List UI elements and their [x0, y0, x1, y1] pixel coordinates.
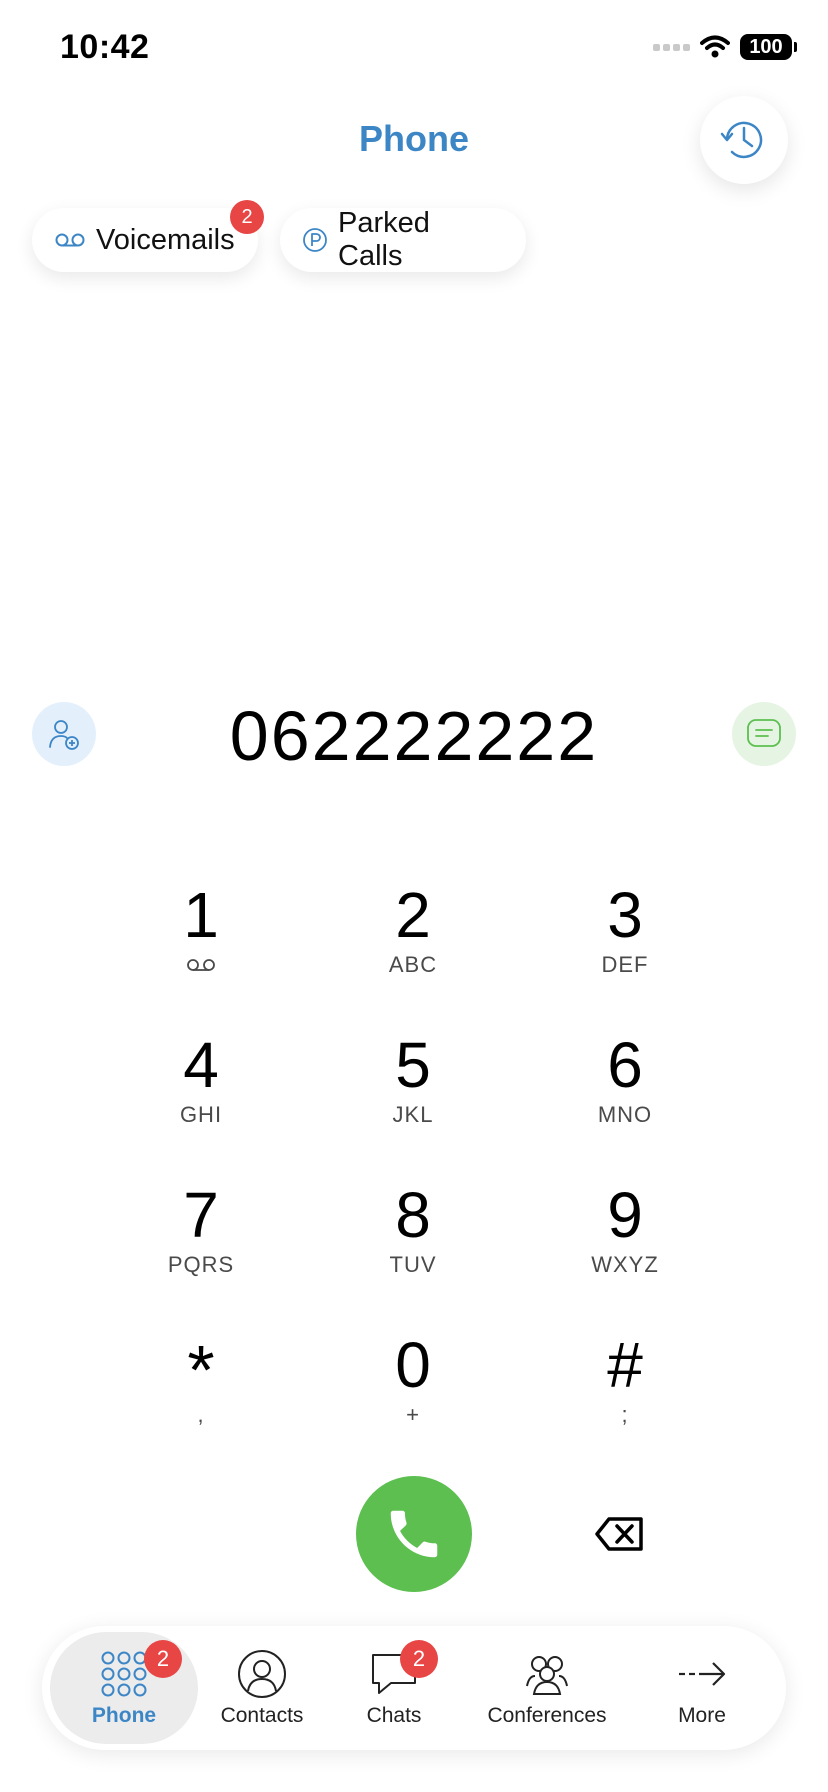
key-digit: 5: [395, 1029, 431, 1101]
key-letters: GHI: [179, 1102, 223, 1127]
key-digit: 1: [183, 879, 219, 951]
group-icon: [521, 1648, 573, 1700]
voicemails-label: Voicemails: [96, 223, 235, 256]
tab-chats[interactable]: Chats 2: [326, 1632, 462, 1744]
key-digit: *: [187, 1331, 215, 1409]
key-letters: ;: [621, 1402, 629, 1427]
key-5[interactable]: 5 JKL: [307, 1020, 519, 1170]
tab-label: Contacts: [220, 1704, 304, 1727]
key-voicemail-icon: [185, 952, 217, 978]
tab-conferences[interactable]: Conferences: [462, 1632, 632, 1744]
key-digit: 2: [395, 879, 431, 951]
backspace-icon: [595, 1517, 643, 1551]
backspace-button[interactable]: [592, 1512, 648, 1556]
voicemails-chip[interactable]: Voicemails 2: [32, 200, 264, 272]
add-contact-icon: [49, 720, 79, 750]
parked-calls-label: Parked Calls: [338, 207, 430, 272]
status-time: 10:42: [60, 28, 150, 66]
cellular-signal-icon: [653, 43, 690, 51]
parking-icon: [302, 227, 328, 253]
key-digit: 9: [607, 1179, 643, 1251]
bottom-tab-bar: Phone 2 Contacts Chats 2 Conferences Mor…: [42, 1626, 786, 1750]
tab-label: More: [678, 1704, 726, 1727]
key-4[interactable]: 4 GHI: [95, 1020, 307, 1170]
call-button[interactable]: [356, 1476, 472, 1592]
send-message-button[interactable]: [732, 702, 796, 766]
key-digit: 0: [395, 1329, 431, 1401]
contact-icon: [237, 1648, 287, 1700]
key-0[interactable]: 0 +: [307, 1320, 519, 1470]
key-2[interactable]: 2 ABC: [307, 870, 519, 1020]
key-letters: ,: [197, 1402, 205, 1427]
key-letters: JKL: [392, 1102, 434, 1127]
key-digit: 3: [607, 879, 643, 951]
key-letters: PQRS: [167, 1252, 235, 1277]
dial-keypad: 1 2 ABC 3 DEF 4 GHI 5 JKL 6 MNO 7 PQRS 8…: [95, 870, 733, 1470]
key-hash[interactable]: # ;: [519, 1320, 731, 1470]
key-letters: TUV: [389, 1252, 437, 1277]
keypad-icon: [100, 1648, 148, 1700]
key-9[interactable]: 9 WXYZ: [519, 1170, 731, 1320]
phone-screen: 10:42 100 Phone Voicemails 2 Parked Call…: [0, 0, 828, 1792]
key-letters: ABC: [388, 952, 438, 977]
tab-label: Chats: [366, 1704, 422, 1727]
tab-label: Conferences: [487, 1704, 607, 1727]
tab-more[interactable]: More: [632, 1632, 772, 1744]
key-digit: 7: [183, 1179, 219, 1251]
arrow-right-icon: [677, 1648, 727, 1700]
tab-label: Phone: [91, 1704, 157, 1727]
tab-phone[interactable]: Phone 2: [50, 1632, 198, 1744]
key-3[interactable]: 3 DEF: [519, 870, 731, 1020]
voicemail-icon: [54, 232, 86, 248]
wifi-icon: [700, 35, 730, 58]
key-star[interactable]: * ,: [95, 1320, 307, 1470]
status-indicators: 100: [653, 34, 797, 60]
key-letters: +: [406, 1402, 420, 1427]
key-8[interactable]: 8 TUV: [307, 1170, 519, 1320]
key-letters: DEF: [601, 952, 649, 977]
key-digit: 8: [395, 1179, 431, 1251]
key-letters: MNO: [597, 1102, 653, 1127]
key-6[interactable]: 6 MNO: [519, 1020, 731, 1170]
call-history-button[interactable]: [700, 96, 788, 184]
battery-icon: 100: [740, 34, 797, 60]
dialed-number: 062222222: [229, 697, 599, 775]
key-digit: 6: [607, 1029, 643, 1101]
parked-calls-chip[interactable]: Parked Calls: [280, 207, 526, 272]
phone-badge: 2: [144, 1640, 182, 1678]
history-clock-icon: [720, 121, 763, 159]
message-icon: [747, 719, 781, 747]
chats-badge: 2: [400, 1640, 438, 1678]
tab-contacts[interactable]: Contacts: [198, 1632, 326, 1744]
key-digit: 4: [183, 1029, 219, 1101]
voicemails-badge: 2: [230, 200, 264, 234]
key-1[interactable]: 1: [95, 870, 307, 1020]
key-7[interactable]: 7 PQRS: [95, 1170, 307, 1320]
phone-handset-icon: [390, 1510, 438, 1558]
key-letters: WXYZ: [591, 1252, 659, 1277]
add-contact-button[interactable]: [32, 702, 96, 766]
key-digit: #: [607, 1329, 643, 1401]
